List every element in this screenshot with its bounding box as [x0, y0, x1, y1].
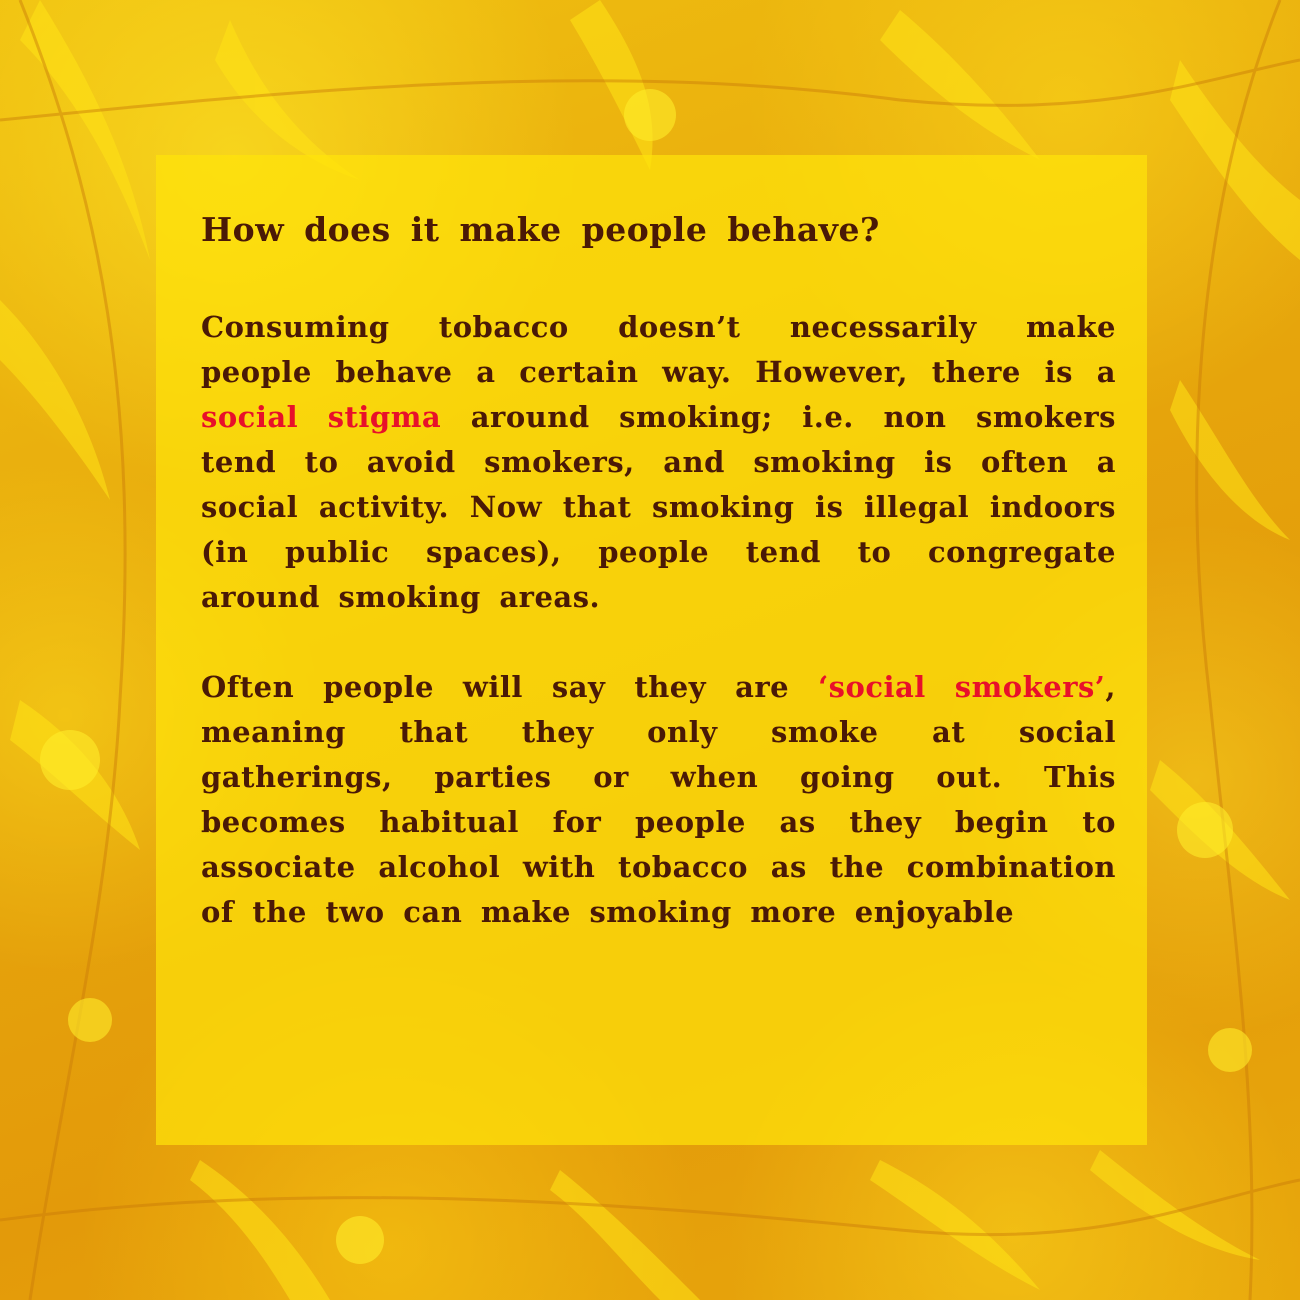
paragraph-social-smokers: Often people will say they are ‘social s…	[201, 665, 1116, 935]
paragraph-social-stigma: Consuming tobacco doesn’t necessarily ma…	[201, 305, 1116, 620]
content-panel	[156, 155, 1147, 1145]
highlight-social-stigma: social stigma	[201, 400, 442, 434]
page-title: How does it make people behave?	[201, 210, 880, 249]
paragraph-text: Often people will say they are	[201, 670, 819, 704]
paragraph-text: , meaning that they only smoke at social…	[201, 670, 1117, 929]
highlight-social-smokers: ‘social smokers’	[818, 670, 1106, 704]
paragraph-text: Consuming tobacco doesn’t necessarily ma…	[201, 310, 1116, 389]
